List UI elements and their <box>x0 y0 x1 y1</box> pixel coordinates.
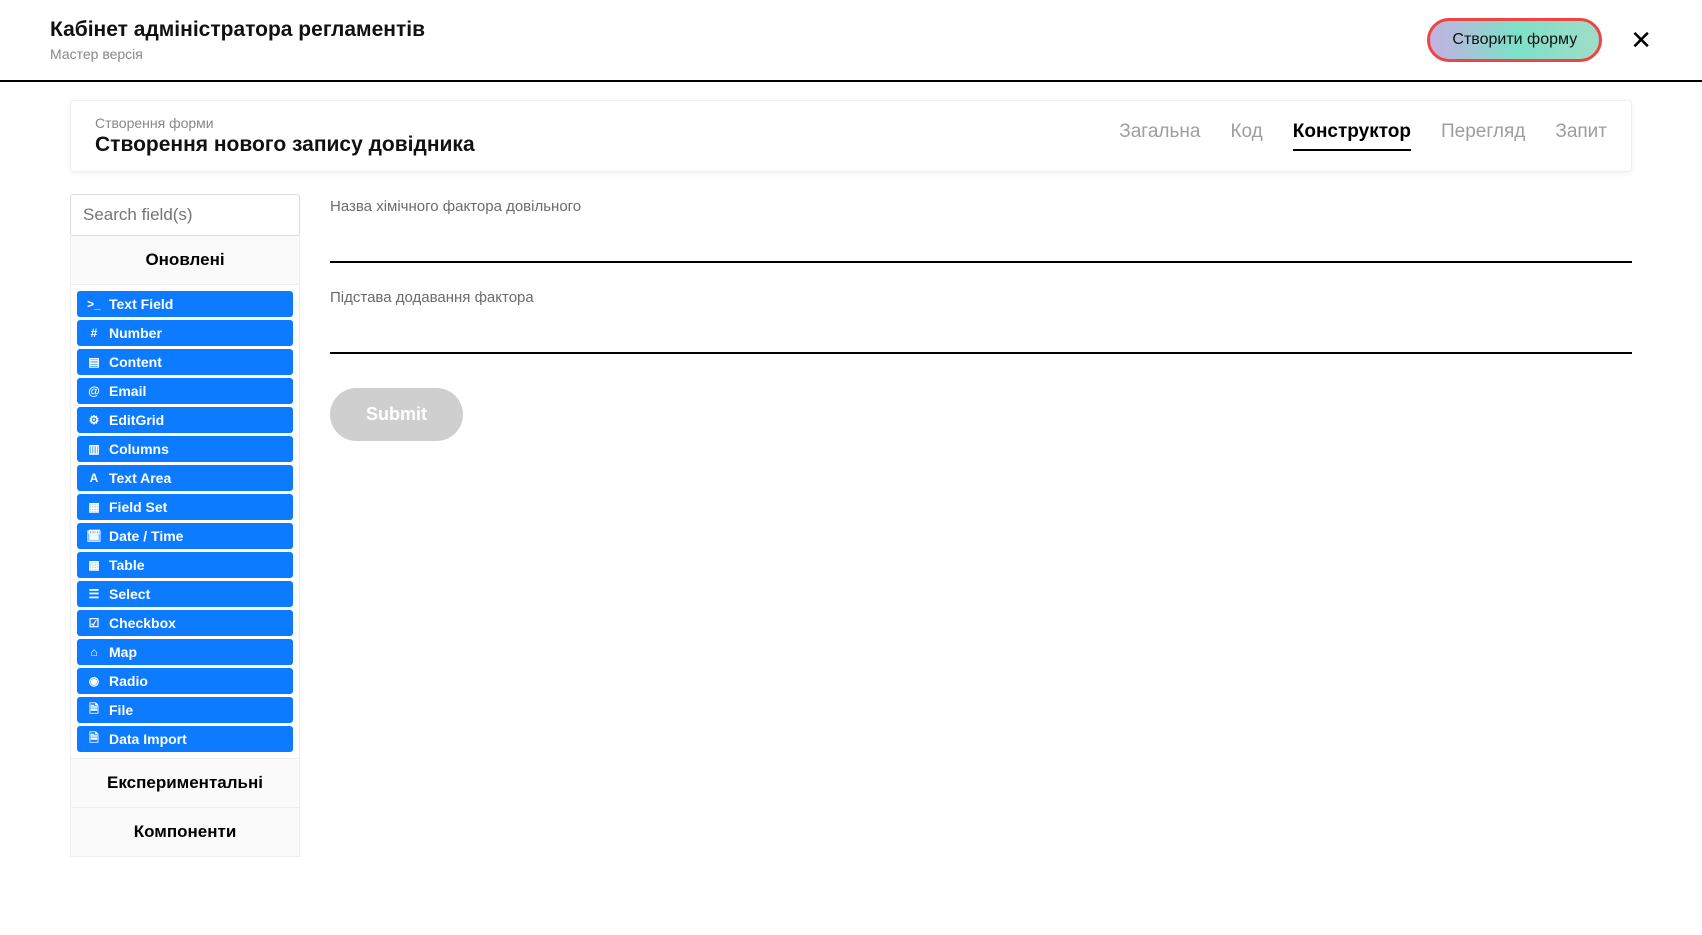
table-icon: ▦ <box>87 558 101 572</box>
header-left: Кабінет адміністратора регламентів Масте… <box>50 18 425 62</box>
file-icon: 🗎 <box>87 732 101 746</box>
font-icon: A <box>87 471 101 485</box>
field-chemical-name[interactable]: Назва хімічного фактора довільного <box>330 198 1632 263</box>
component-label: Text Area <box>109 470 171 486</box>
doc-icon: ▤ <box>87 355 101 369</box>
component-text-field[interactable]: >_ Text Field <box>77 291 293 317</box>
reason-input[interactable] <box>330 316 1632 354</box>
component-label: Date / Time <box>109 528 183 544</box>
component-label: Email <box>109 383 146 399</box>
component-content[interactable]: ▤ Content <box>77 349 293 375</box>
app-title: Кабінет адміністратора регламентів <box>50 18 425 42</box>
component-label: Content <box>109 354 162 370</box>
radio-icon: ◉ <box>87 674 101 688</box>
tabs: Загальна Код Конструктор Перегляд Запит <box>1119 121 1607 151</box>
component-radio[interactable]: ◉ Radio <box>77 668 293 694</box>
component-label: Text Field <box>109 296 173 312</box>
component-data-import[interactable]: 🗎 Data Import <box>77 726 293 752</box>
component-fieldset[interactable]: ▦ Field Set <box>77 494 293 520</box>
columns-icon: ▥ <box>87 442 101 456</box>
field-label: Підстава додавання фактора <box>330 289 1632 306</box>
component-number[interactable]: # Number <box>77 320 293 346</box>
create-form-button[interactable]: Створити форму <box>1427 18 1602 62</box>
file-icon: 🗎 <box>87 703 101 717</box>
component-map[interactable]: ⌂ Map <box>77 639 293 665</box>
grid-icon: ▦ <box>87 500 101 514</box>
component-select[interactable]: ☰ Select <box>77 581 293 607</box>
tab-preview[interactable]: Перегляд <box>1441 121 1525 151</box>
top-header: Кабінет адміністратора регламентів Масте… <box>0 0 1702 82</box>
component-email[interactable]: @ Email <box>77 378 293 404</box>
component-label: Select <box>109 586 150 602</box>
component-checkbox[interactable]: ☑ Checkbox <box>77 610 293 636</box>
component-label: Number <box>109 325 162 341</box>
chemical-name-input[interactable] <box>330 225 1632 263</box>
component-label: Map <box>109 644 137 660</box>
sidebar: Оновлені >_ Text Field # Number ▤ Conten… <box>70 194 300 857</box>
component-columns[interactable]: ▥ Columns <box>77 436 293 462</box>
page-title: Створення нового запису довідника <box>95 133 475 157</box>
sub-header-left: Створення форми Створення нового запису … <box>95 115 475 157</box>
tab-constructor[interactable]: Конструктор <box>1293 121 1411 151</box>
hash-icon: # <box>87 326 101 340</box>
tab-general[interactable]: Загальна <box>1119 121 1200 151</box>
at-icon: @ <box>87 384 101 398</box>
breadcrumb: Створення форми <box>95 115 475 131</box>
close-icon: ✕ <box>1630 25 1652 55</box>
component-label: Field Set <box>109 499 167 515</box>
sidebar-group-updated[interactable]: Оновлені <box>70 236 300 285</box>
component-file[interactable]: 🗎 File <box>77 697 293 723</box>
component-editgrid[interactable]: ⚙ EditGrid <box>77 407 293 433</box>
submit-button[interactable]: Submit <box>330 388 463 441</box>
app-subtitle: Мастер версія <box>50 46 425 62</box>
home-icon: ⌂ <box>87 645 101 659</box>
components-list: >_ Text Field # Number ▤ Content @ Email… <box>70 285 300 759</box>
form-canvas: Назва хімічного фактора довільного Підст… <box>330 194 1632 441</box>
check-icon: ☑ <box>87 616 101 630</box>
sidebar-group-components[interactable]: Компоненти <box>70 808 300 857</box>
component-label: File <box>109 702 133 718</box>
component-textarea[interactable]: A Text Area <box>77 465 293 491</box>
component-datetime[interactable]: 🗓 Date / Time <box>77 523 293 549</box>
field-label: Назва хімічного фактора довільного <box>330 198 1632 215</box>
component-table[interactable]: ▦ Table <box>77 552 293 578</box>
gear-icon: ⚙ <box>87 413 101 427</box>
calendar-icon: 🗓 <box>87 529 101 543</box>
component-label: Radio <box>109 673 148 689</box>
component-label: EditGrid <box>109 412 164 428</box>
component-label: Checkbox <box>109 615 176 631</box>
search-input[interactable] <box>70 194 300 236</box>
sub-header: Створення форми Створення нового запису … <box>70 100 1632 172</box>
component-label: Data Import <box>109 731 187 747</box>
component-label: Columns <box>109 441 169 457</box>
component-label: Table <box>109 557 145 573</box>
sidebar-group-experimental[interactable]: Експериментальні <box>70 759 300 808</box>
tab-code[interactable]: Код <box>1230 121 1262 151</box>
tab-request[interactable]: Запит <box>1555 121 1607 151</box>
main-area: Оновлені >_ Text Field # Number ▤ Conten… <box>70 194 1632 857</box>
field-reason[interactable]: Підстава додавання фактора <box>330 289 1632 354</box>
terminal-icon: >_ <box>87 297 101 311</box>
close-button[interactable]: ✕ <box>1630 27 1652 53</box>
header-right: Створити форму ✕ <box>1427 18 1652 62</box>
list-icon: ☰ <box>87 587 101 601</box>
